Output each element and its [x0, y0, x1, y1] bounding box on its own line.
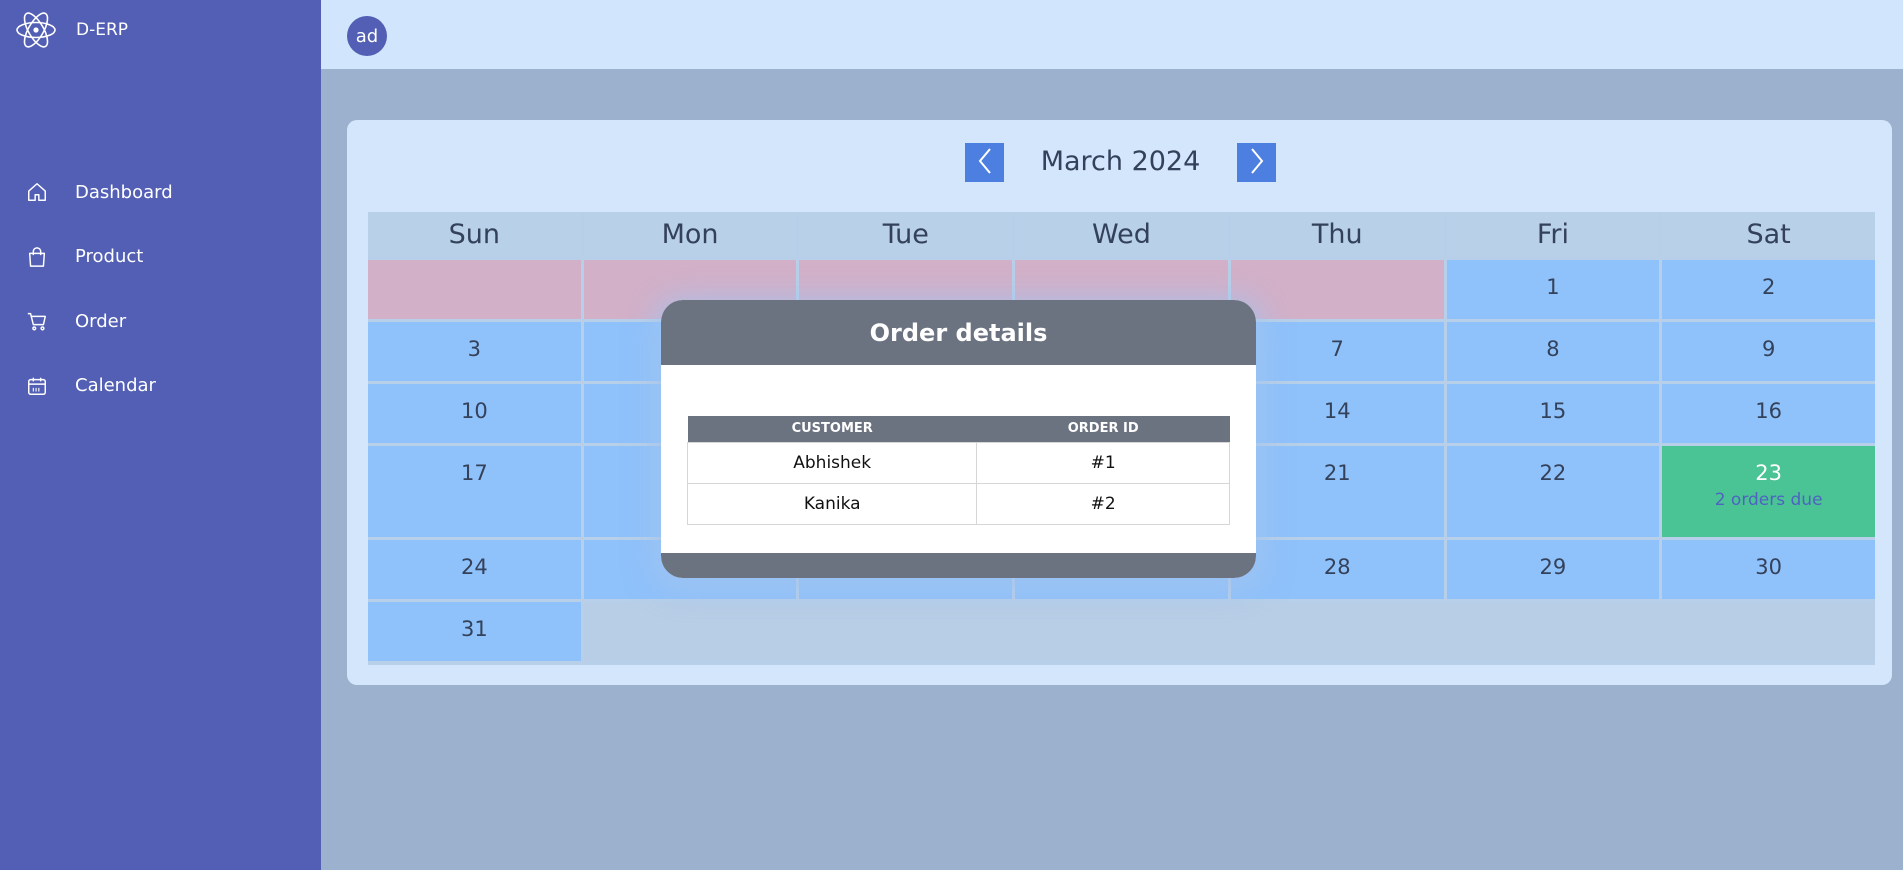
day-number: 21	[1323, 461, 1351, 485]
weekday-header: Fri	[1446, 212, 1660, 257]
day-number: 28	[1323, 555, 1351, 579]
table-row[interactable]: Abhishek #1	[686, 441, 1230, 484]
calendar-header: March 2024	[347, 142, 1892, 182]
column-header-customer: CUSTOMER	[687, 416, 977, 442]
weekday-header: Wed	[1015, 212, 1228, 257]
table-row[interactable]: Kanika #2	[686, 482, 1230, 525]
empty-day-cell	[1230, 260, 1444, 319]
prev-month-button[interactable]	[965, 143, 1004, 182]
day-number: 10	[460, 399, 488, 423]
day-number: 16	[1755, 399, 1782, 423]
day-number: 8	[1546, 337, 1560, 361]
day-cell[interactable]: 24	[368, 540, 581, 599]
day-cell[interactable]: 2	[1662, 260, 1875, 319]
weekday-header: Sat	[1662, 212, 1875, 257]
sidebar-item-product[interactable]: Product	[0, 225, 321, 290]
day-number: 24	[460, 555, 488, 579]
day-cell[interactable]: 1	[1446, 260, 1660, 319]
sidebar-item-label: Dashboard	[75, 181, 173, 203]
weekday-header: Sun	[368, 212, 581, 257]
day-number: 7	[1330, 337, 1344, 361]
modal-title: Order details	[661, 300, 1256, 365]
sidebar-item-order[interactable]: Order	[0, 289, 321, 354]
day-cell-due[interactable]: 23 2 orders due	[1662, 446, 1875, 537]
sidebar-item-label: Product	[75, 246, 144, 268]
empty-trailing-cells	[583, 602, 1875, 661]
day-cell[interactable]: 14	[1230, 384, 1444, 443]
day-number: 3	[467, 337, 482, 361]
atom-logo-icon	[14, 6, 58, 54]
day-number: 1	[1546, 275, 1560, 299]
customer-cell: Abhishek	[686, 441, 978, 484]
chevron-right-icon	[1249, 147, 1265, 179]
day-cell[interactable]: 29	[1446, 540, 1660, 599]
shopping-bag-icon	[25, 245, 49, 269]
brand[interactable]: D-ERP	[14, 6, 128, 54]
day-number: 22	[1539, 461, 1567, 485]
customer-cell: Kanika	[686, 482, 978, 525]
day-cell[interactable]: 8	[1446, 322, 1660, 381]
brand-name: D-ERP	[76, 20, 129, 40]
day-number: 30	[1755, 555, 1782, 579]
day-cell[interactable]: 17	[368, 446, 581, 537]
day-number: 9	[1761, 337, 1776, 361]
next-month-button[interactable]	[1237, 143, 1276, 182]
day-number: 14	[1323, 399, 1351, 423]
day-number: 15	[1539, 399, 1567, 423]
home-icon	[25, 180, 49, 204]
order-details-modal: Order details CUSTOMER ORDER ID Abhishek…	[661, 300, 1256, 578]
day-cell[interactable]: 9	[1662, 322, 1875, 381]
weekday-header: Thu	[1230, 212, 1444, 257]
sidebar: D-ERP Dashboard Product Order Calendar	[0, 0, 321, 870]
day-cell[interactable]: 21	[1230, 446, 1444, 537]
column-header-order-id: ORDER ID	[976, 416, 1230, 442]
avatar[interactable]: ad	[347, 16, 387, 56]
table-header-row: CUSTOMER ORDER ID	[687, 416, 1230, 442]
day-number: 23	[1755, 461, 1782, 485]
sidebar-item-label: Calendar	[75, 375, 156, 397]
day-cell[interactable]: 28	[1230, 540, 1444, 599]
weekday-header: Mon	[583, 212, 797, 257]
day-number: 2	[1761, 275, 1776, 299]
day-cell[interactable]: 22	[1446, 446, 1660, 537]
day-cell[interactable]: 31	[368, 602, 581, 661]
sidebar-item-calendar[interactable]: Calendar	[0, 354, 321, 419]
day-cell[interactable]: 16	[1662, 384, 1875, 443]
weekday-header: Tue	[799, 212, 1013, 257]
day-cell[interactable]: 30	[1662, 540, 1875, 599]
empty-day-cell	[368, 260, 581, 319]
day-number: 31	[460, 617, 488, 641]
orders-due-label[interactable]: 2 orders due	[1715, 490, 1823, 510]
orders-table: CUSTOMER ORDER ID Abhishek #1 Kanika #2	[686, 416, 1230, 525]
month-title: March 2024	[1040, 146, 1201, 177]
day-cell[interactable]: 3	[368, 322, 581, 381]
sidebar-nav: Dashboard Product Order Calendar	[0, 160, 321, 418]
day-cell[interactable]: 10	[368, 384, 581, 443]
modal-footer	[661, 553, 1256, 578]
day-number: 29	[1539, 555, 1567, 579]
cart-icon	[25, 309, 49, 333]
day-number: 17	[460, 461, 488, 485]
sidebar-item-dashboard[interactable]: Dashboard	[0, 160, 321, 225]
chevron-left-icon	[977, 147, 993, 179]
topbar: ad	[321, 0, 1903, 69]
day-cell[interactable]: 7	[1230, 322, 1444, 381]
order-id-cell: #1	[976, 441, 1230, 484]
sidebar-item-label: Order	[75, 310, 127, 332]
order-id-cell: #2	[976, 482, 1230, 525]
calendar-icon	[25, 374, 49, 398]
day-cell[interactable]: 15	[1446, 384, 1660, 443]
